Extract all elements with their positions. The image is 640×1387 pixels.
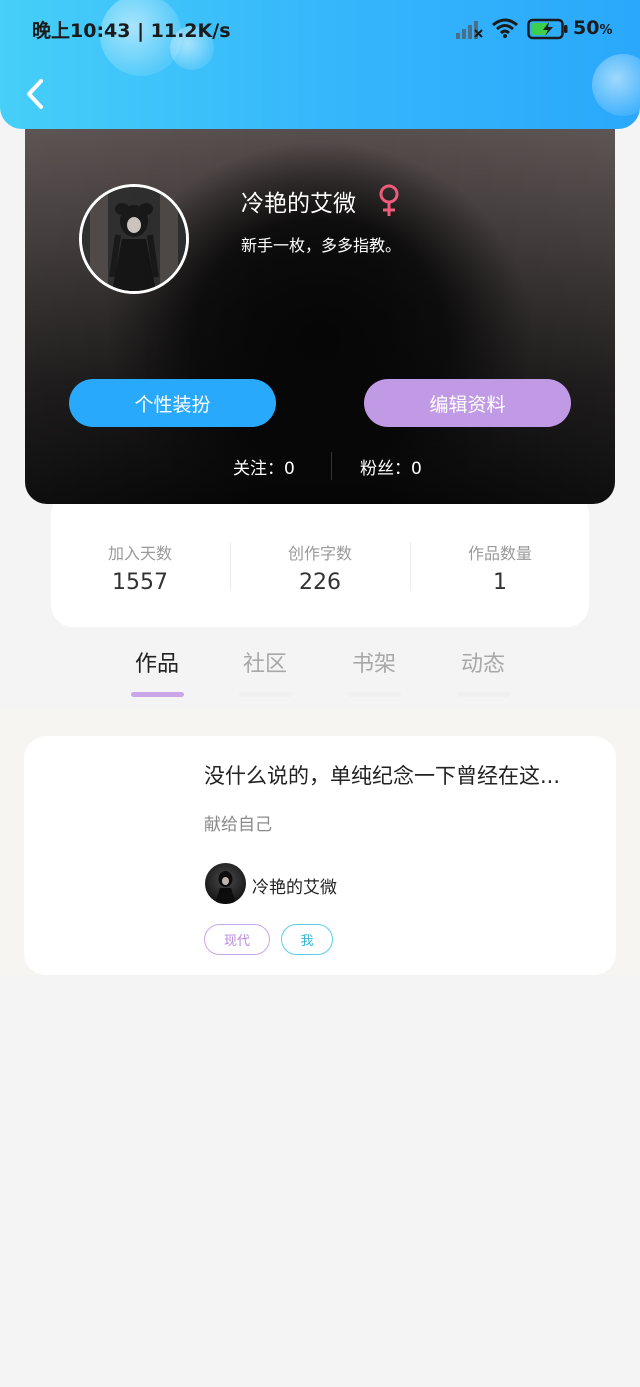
work-title: 没什么说的，单纯纪念一下曾经在这... bbox=[204, 764, 561, 788]
avatar-image bbox=[82, 187, 186, 291]
work-tag[interactable]: 我 bbox=[281, 924, 333, 955]
stat-label: 作品数量 bbox=[467, 544, 532, 563]
tab-bar: 作品 社区 书架 动态 bbox=[0, 640, 640, 710]
follow-stats-row: 关注：0 粉丝：0 bbox=[25, 448, 615, 482]
top-header: 晚上10:43 | 11.2K/s 50% bbox=[0, 0, 640, 129]
tab-label: 动态 bbox=[460, 652, 505, 677]
stat-value: 1557 bbox=[112, 570, 168, 595]
divider bbox=[410, 542, 411, 590]
tab-underline bbox=[347, 692, 401, 697]
battery-icon bbox=[527, 18, 568, 40]
tab-activity[interactable]: 动态 bbox=[443, 646, 523, 697]
tab-label: 书架 bbox=[351, 652, 396, 677]
avatar[interactable] bbox=[79, 184, 189, 294]
female-symbol-icon bbox=[379, 184, 399, 216]
divider bbox=[331, 452, 332, 480]
tab-label: 作品 bbox=[134, 652, 179, 677]
status-time: 晚上10:43 | 11.2K/s bbox=[32, 20, 231, 42]
decorative-bubble bbox=[592, 54, 640, 116]
stat-works-count: 作品数量 1 bbox=[425, 540, 575, 595]
stats-card: 加入天数 1557 创作字数 226 作品数量 1 bbox=[51, 492, 589, 627]
work-subtitle: 献给自己 bbox=[204, 815, 272, 835]
following-count[interactable]: 关注：0 bbox=[233, 454, 295, 479]
fans-count[interactable]: 粉丝：0 bbox=[360, 454, 422, 479]
chevron-left-icon bbox=[27, 79, 43, 109]
status-bar: 晚上10:43 | 11.2K/s 50% bbox=[0, 0, 640, 58]
stat-label: 创作字数 bbox=[287, 544, 352, 563]
author-name: 冷艳的艾微 bbox=[252, 878, 337, 898]
tab-underline bbox=[456, 692, 510, 697]
tab-underline bbox=[130, 692, 184, 697]
tab-works[interactable]: 作品 bbox=[117, 646, 197, 697]
author-avatar bbox=[205, 863, 246, 904]
divider bbox=[230, 542, 231, 590]
stat-word-count: 创作字数 226 bbox=[245, 540, 395, 595]
edit-profile-button[interactable]: 编辑资料 bbox=[364, 379, 571, 427]
username: 冷艳的艾微 bbox=[241, 191, 356, 217]
personal-dressup-button[interactable]: 个性装扮 bbox=[69, 379, 276, 427]
tab-community[interactable]: 社区 bbox=[225, 646, 305, 697]
back-button[interactable] bbox=[14, 70, 56, 118]
stat-value: 226 bbox=[299, 570, 341, 595]
signal-icon bbox=[456, 21, 483, 39]
stat-value: 1 bbox=[493, 570, 507, 595]
work-card[interactable]: 没什么说的，单纯纪念一下曾经在这... 献给自己 冷艳的艾微 现代 我 bbox=[24, 736, 616, 975]
tab-label: 社区 bbox=[242, 652, 287, 677]
profile-card: 冷艳的艾微 新手一枚，多多指教。 个性装扮 编辑资料 关注：0 粉丝：0 bbox=[25, 110, 615, 504]
stat-label: 加入天数 bbox=[107, 544, 172, 563]
tab-underline bbox=[238, 692, 292, 697]
wifi-icon bbox=[492, 18, 518, 38]
work-tag[interactable]: 现代 bbox=[204, 924, 270, 955]
tab-bookshelf[interactable]: 书架 bbox=[334, 646, 414, 697]
battery-percent: 50% bbox=[573, 17, 613, 39]
bio-text: 新手一枚，多多指教。 bbox=[241, 236, 402, 255]
stat-join-days: 加入天数 1557 bbox=[65, 540, 215, 595]
